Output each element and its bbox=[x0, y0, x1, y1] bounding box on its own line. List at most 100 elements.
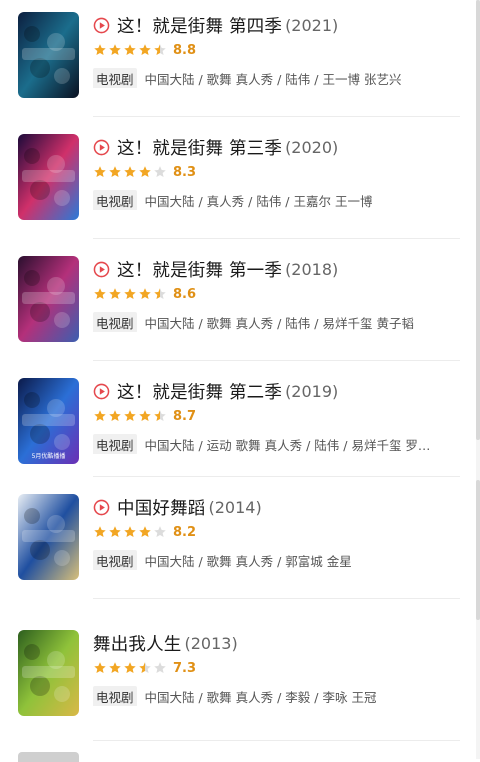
star-full-icon bbox=[109, 526, 121, 538]
star-full-icon bbox=[109, 410, 121, 422]
title-row[interactable]: 舞出我人生 (2013) bbox=[93, 630, 460, 656]
poster-image bbox=[18, 494, 79, 580]
result-item[interactable]: 这！就是街舞 第一季 (2018) 8.6 电视剧 中国大陆 / 歌舞 真人秀 / 陆伟… bbox=[0, 256, 472, 356]
result-meta: 中国大陆 / 歌舞 真人秀 / 郭富城 金星 bbox=[144, 553, 352, 569]
title-row[interactable]: 这！就是街舞 第一季 (2018) bbox=[93, 256, 460, 282]
type-badge: 电视剧 bbox=[93, 68, 137, 88]
type-badge: 电视剧 bbox=[93, 686, 137, 706]
result-info: 这！就是街舞 第三季 (2020) 8.3 电视剧 中国大陆 / 真人秀 / 陆伟 / … bbox=[93, 134, 460, 210]
item-divider bbox=[93, 476, 460, 477]
rating-score: 8.3 bbox=[173, 164, 197, 180]
star-half-icon bbox=[154, 288, 166, 300]
star-full-icon bbox=[94, 288, 106, 300]
poster-image bbox=[18, 630, 79, 716]
result-title[interactable]: 舞出我人生 bbox=[93, 631, 182, 656]
play-circle-icon[interactable] bbox=[93, 261, 110, 278]
rating-row: 8.6 bbox=[93, 284, 460, 304]
play-circle-icon[interactable] bbox=[93, 499, 110, 516]
star-full-icon bbox=[139, 288, 151, 300]
result-year: (2021) bbox=[285, 15, 339, 35]
star-half-icon bbox=[154, 44, 166, 56]
play-circle-icon[interactable] bbox=[93, 17, 110, 34]
result-meta: 中国大陆 / 歌舞 真人秀 / 陆伟 / 易烊千玺 黄子韬 bbox=[144, 315, 414, 331]
item-divider bbox=[93, 360, 460, 361]
result-item[interactable]: 中国好舞蹈 (2014) 8.2 电视剧 中国大陆 / 歌舞 真人秀 / 郭富城 金星 bbox=[0, 494, 472, 594]
play-circle-icon[interactable] bbox=[93, 383, 110, 400]
title-row[interactable]: 这！就是街舞 第三季 (2020) bbox=[93, 134, 460, 160]
item-divider bbox=[93, 598, 460, 599]
meta-row: 电视剧 中国大陆 / 歌舞 真人秀 / 陆伟 / 王一博 张艺兴 bbox=[93, 68, 460, 88]
result-title[interactable]: 这！就是街舞 第四季 bbox=[117, 13, 282, 38]
star-empty-icon bbox=[154, 166, 166, 178]
poster-image bbox=[18, 134, 79, 220]
result-year: (2020) bbox=[285, 137, 339, 157]
star-full-icon bbox=[109, 662, 121, 674]
result-poster[interactable] bbox=[18, 630, 79, 716]
title-row[interactable]: 这！就是街舞 第二季 (2019) bbox=[93, 378, 460, 404]
result-info: 舞出我人生 (2013) 7.3 电视剧 中国大陆 / 歌舞 真人秀 / 李毅 / 李咏… bbox=[93, 630, 460, 706]
star-full-icon bbox=[124, 526, 136, 538]
result-poster[interactable] bbox=[18, 256, 79, 342]
star-rating bbox=[93, 43, 168, 57]
scrollbar-thumb[interactable] bbox=[476, 0, 480, 440]
star-full-icon bbox=[139, 526, 151, 538]
result-year: (2018) bbox=[285, 259, 339, 279]
rating-score: 8.6 bbox=[173, 286, 197, 302]
star-rating bbox=[93, 661, 168, 675]
type-badge: 电视剧 bbox=[93, 190, 137, 210]
star-full-icon bbox=[139, 44, 151, 56]
type-badge: 电视剧 bbox=[93, 312, 137, 332]
result-title[interactable]: 这！就是街舞 第二季 bbox=[117, 379, 282, 404]
meta-row: 电视剧 中国大陆 / 歌舞 真人秀 / 郭富城 金星 bbox=[93, 550, 460, 570]
star-full-icon bbox=[94, 526, 106, 538]
poster-image bbox=[18, 256, 79, 342]
result-title[interactable]: 这！就是街舞 第三季 bbox=[117, 135, 282, 160]
next-item-poster-peek bbox=[18, 752, 79, 762]
result-poster[interactable] bbox=[18, 134, 79, 220]
result-poster[interactable]: 5月优酷播播 bbox=[18, 378, 79, 464]
star-full-icon bbox=[124, 288, 136, 300]
result-poster[interactable] bbox=[18, 12, 79, 98]
rating-score: 8.7 bbox=[173, 408, 197, 424]
result-item[interactable]: 舞出我人生 (2013) 7.3 电视剧 中国大陆 / 歌舞 真人秀 / 李毅 / 李咏… bbox=[0, 630, 472, 730]
poster-caption: 5月优酷播播 bbox=[32, 452, 66, 460]
star-full-icon bbox=[109, 288, 121, 300]
type-badge: 电视剧 bbox=[93, 550, 137, 570]
poster-image: 5月优酷播播 bbox=[18, 378, 79, 464]
rating-score: 7.3 bbox=[173, 660, 197, 676]
result-item[interactable]: 这！就是街舞 第四季 (2021) 8.8 电视剧 中国大陆 / 歌舞 真人秀 / 陆伟… bbox=[0, 12, 472, 112]
star-rating bbox=[93, 409, 168, 423]
rating-row: 8.8 bbox=[93, 40, 460, 60]
star-half-icon bbox=[154, 410, 166, 422]
star-empty-icon bbox=[154, 662, 166, 674]
result-year: (2013) bbox=[184, 633, 238, 653]
star-full-icon bbox=[124, 662, 136, 674]
title-row[interactable]: 中国好舞蹈 (2014) bbox=[93, 494, 460, 520]
poster-image bbox=[18, 12, 79, 98]
title-row[interactable]: 这！就是街舞 第四季 (2021) bbox=[93, 12, 460, 38]
star-full-icon bbox=[94, 662, 106, 674]
star-full-icon bbox=[109, 166, 121, 178]
item-divider bbox=[93, 238, 460, 239]
star-empty-icon bbox=[154, 526, 166, 538]
star-full-icon bbox=[109, 44, 121, 56]
star-full-icon bbox=[94, 44, 106, 56]
scrollbar-thumb-lower[interactable] bbox=[476, 480, 480, 620]
result-info: 这！就是街舞 第二季 (2019) 8.7 电视剧 中国大陆 / 运动 歌舞 真人秀 /… bbox=[93, 378, 460, 454]
result-meta: 中国大陆 / 运动 歌舞 真人秀 / 陆伟 / 易烊千玺 罗… bbox=[144, 437, 431, 453]
star-rating bbox=[93, 287, 168, 301]
result-item[interactable]: 5月优酷播播 这！就是街舞 第二季 (2019) 8.7 电视剧 中国大陆 / 运动 歌舞… bbox=[0, 378, 472, 478]
result-title[interactable]: 中国好舞蹈 bbox=[117, 495, 206, 520]
result-year: (2014) bbox=[208, 497, 262, 517]
result-poster[interactable] bbox=[18, 494, 79, 580]
star-rating bbox=[93, 165, 168, 179]
rating-row: 8.7 bbox=[93, 406, 460, 426]
play-circle-icon[interactable] bbox=[93, 139, 110, 156]
star-half-icon bbox=[139, 662, 151, 674]
star-rating bbox=[93, 525, 168, 539]
result-item[interactable]: 这！就是街舞 第三季 (2020) 8.3 电视剧 中国大陆 / 真人秀 / 陆伟 / … bbox=[0, 134, 472, 234]
star-full-icon bbox=[94, 166, 106, 178]
result-title[interactable]: 这！就是街舞 第一季 bbox=[117, 257, 282, 282]
result-info: 这！就是街舞 第四季 (2021) 8.8 电视剧 中国大陆 / 歌舞 真人秀 / 陆伟… bbox=[93, 12, 460, 88]
meta-row: 电视剧 中国大陆 / 运动 歌舞 真人秀 / 陆伟 / 易烊千玺 罗… bbox=[93, 434, 460, 454]
